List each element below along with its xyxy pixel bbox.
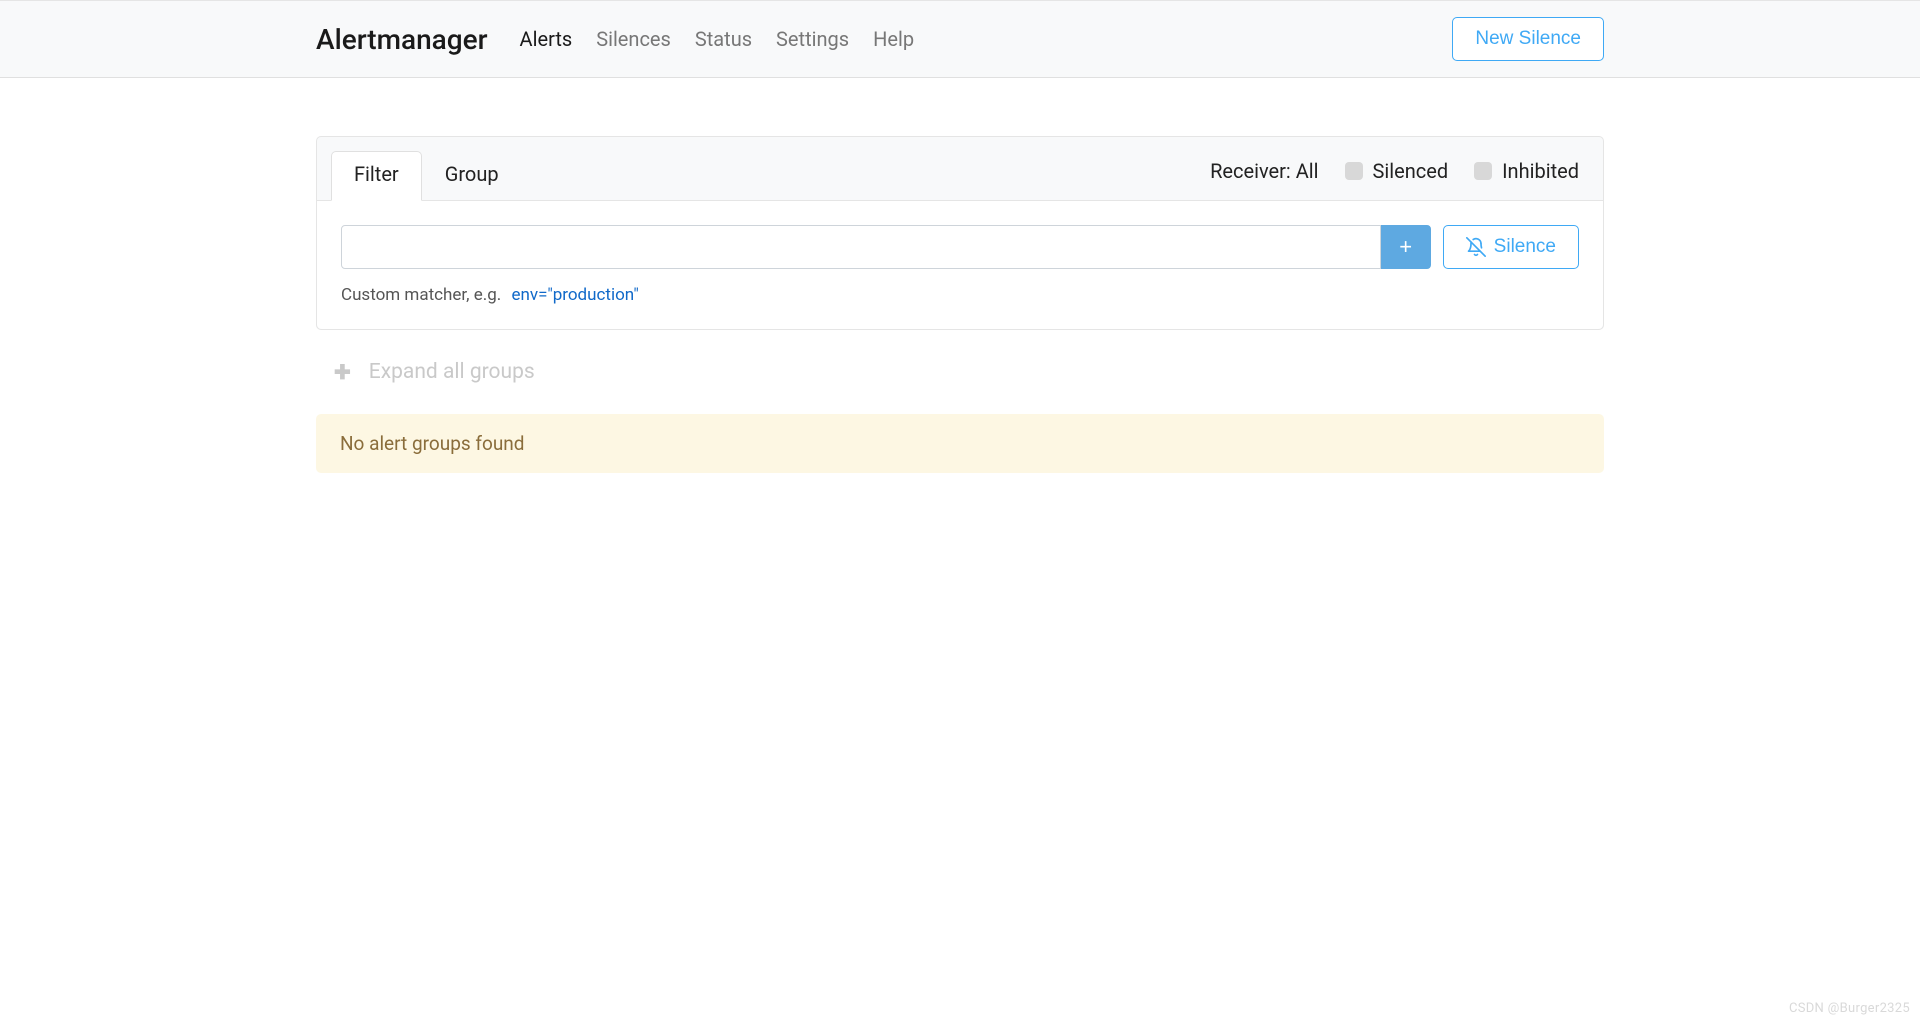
tab-filter[interactable]: Filter	[331, 151, 422, 201]
add-matcher-button[interactable]: +	[1381, 225, 1431, 269]
nav-link-alerts[interactable]: Alerts	[520, 27, 573, 51]
nav-link-status[interactable]: Status	[695, 27, 752, 51]
silenced-checkbox[interactable]	[1345, 162, 1363, 180]
plus-icon: +	[1399, 234, 1412, 260]
hint-example: env="production"	[511, 285, 638, 305]
matcher-hint: Custom matcher, e.g. env="production"	[341, 285, 1579, 305]
nav-links: Alerts Silences Status Settings Help	[520, 27, 915, 51]
expand-all-button[interactable]: ✚ Expand all groups	[316, 360, 1604, 384]
tabs: Filter Group	[331, 151, 522, 200]
silenced-label: Silenced	[1373, 159, 1449, 183]
no-groups-alert: No alert groups found	[316, 414, 1604, 473]
bell-off-icon	[1466, 237, 1486, 257]
tab-group[interactable]: Group	[422, 151, 522, 200]
watermark: CSDN @Burger2325	[1789, 1001, 1910, 1016]
receiver-label: Receiver: All	[1210, 159, 1318, 183]
filter-card: Filter Group Receiver: All Silenced Inhi…	[316, 136, 1604, 330]
nav-link-silences[interactable]: Silences	[596, 27, 671, 51]
nav-link-settings[interactable]: Settings	[776, 27, 849, 51]
nav-link-help[interactable]: Help	[873, 27, 914, 51]
silence-button[interactable]: Silence	[1443, 225, 1579, 269]
inhibited-checkbox[interactable]	[1474, 162, 1492, 180]
no-groups-message: No alert groups found	[340, 432, 525, 455]
inhibited-label: Inhibited	[1502, 159, 1579, 183]
silence-button-label: Silence	[1494, 236, 1556, 258]
filter-input[interactable]	[341, 225, 1381, 269]
expand-all-label: Expand all groups	[369, 360, 535, 384]
new-silence-button-label: New Silence	[1475, 28, 1581, 50]
navbar: Alertmanager Alerts Silences Status Sett…	[0, 0, 1920, 78]
plus-icon: ✚	[334, 360, 351, 384]
hint-prefix: Custom matcher, e.g.	[341, 285, 501, 305]
new-silence-button[interactable]: New Silence	[1452, 17, 1604, 61]
brand-title: Alertmanager	[316, 23, 488, 56]
